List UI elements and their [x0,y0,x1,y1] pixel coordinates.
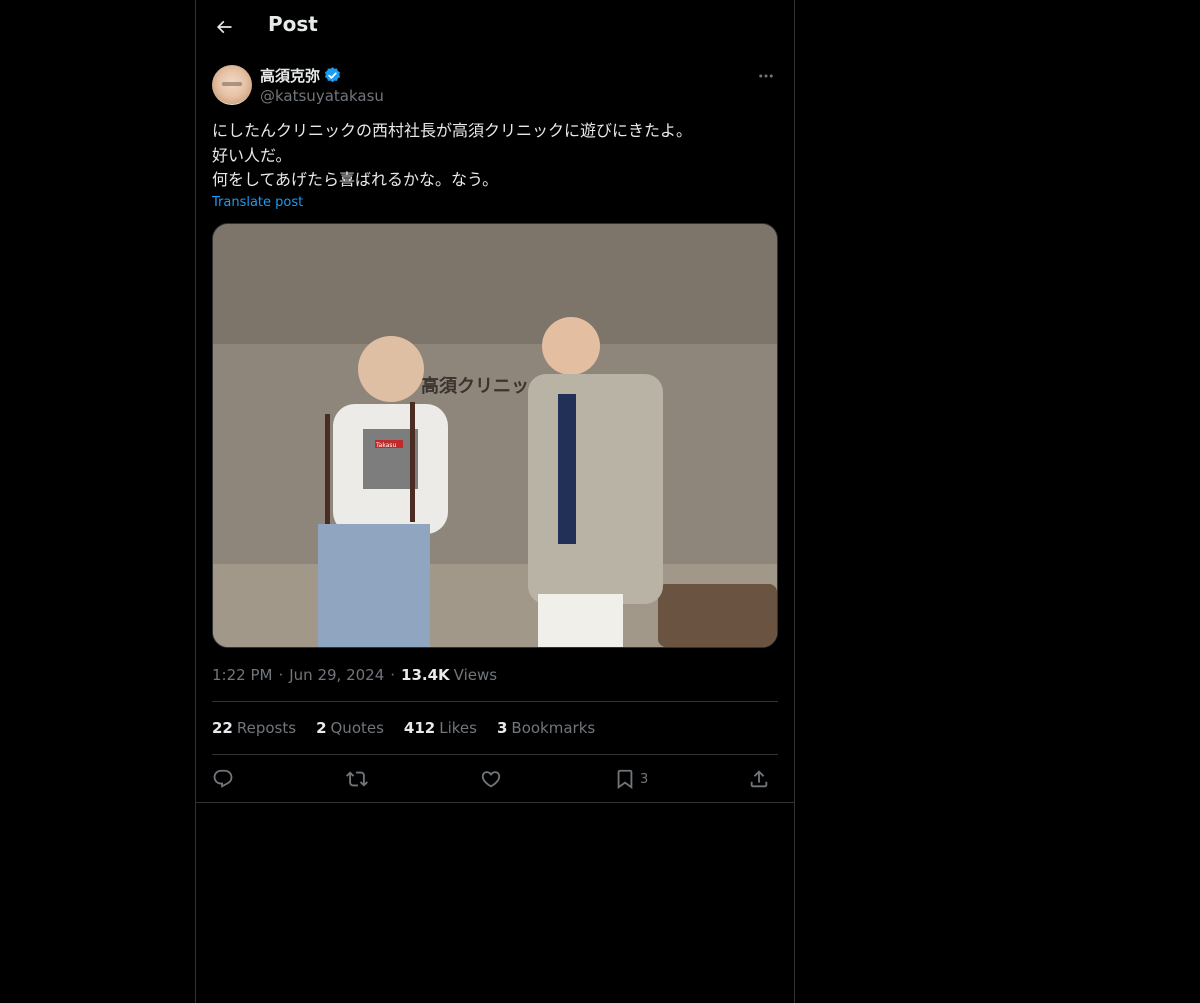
divider [212,754,778,755]
bookmarks-label: Bookmarks [511,719,596,737]
back-arrow-icon [216,20,232,34]
bookmark-icon [617,769,633,790]
repost-button[interactable] [346,764,368,794]
heart-icon [481,771,501,788]
views-count: 13.4K [401,666,450,684]
reply-button[interactable] [212,764,234,794]
more-options-button[interactable] [754,64,778,88]
post-date[interactable]: Jun 29, 2024 [289,666,384,684]
reposts-count: 22 [212,719,233,737]
author-name-row: 高須克弥 [260,65,342,86]
post-text: にしたんクリニックの西村社長が高須クリニックに遊びにきたよ。 好い人だ。 何をし… [212,119,778,193]
share-icon [750,770,768,788]
share-button[interactable] [748,764,770,794]
post-header: Post [196,0,794,54]
bookmarks-stat[interactable]: 3 Bookmarks [497,719,595,737]
likes-label: Likes [439,719,477,737]
meta-separator: · [390,666,396,684]
meta-separator: · [278,666,284,684]
author-display-name[interactable]: 高須克弥 [260,65,320,86]
post-photo[interactable]: 高須クリニック Takasu [212,223,778,648]
verified-badge-icon [324,67,341,83]
quotes-stat[interactable]: 2 Quotes [316,719,384,737]
reposts-label: Reposts [236,719,297,737]
likes-stat[interactable]: 412 Likes [404,719,477,737]
post-text-line: 好い人だ。 [212,145,292,165]
reply-icon [213,769,233,788]
page-title: Post [268,12,318,36]
author-handle[interactable]: @katsuyatakasu [260,87,384,105]
post-time[interactable]: 1:22 PM [212,666,272,684]
like-button[interactable] [480,764,502,794]
quotes-count: 2 [316,719,327,737]
more-dots-icon [759,74,773,78]
post-text-line: 何をしてあげたら喜ばれるかな。なう。 [212,170,499,189]
translate-post-link[interactable]: Translate post [212,195,303,210]
post-author: 高須克弥 @katsuyatakasu [212,64,778,108]
post-actions: 3 [212,764,778,794]
post-meta: 1:22 PM · Jun 29, 2024 · 13.4K Views [212,665,497,685]
reposts-stat[interactable]: 22 Reposts [212,719,296,737]
divider [212,701,778,702]
back-button[interactable] [208,11,240,43]
likes-count: 412 [403,719,436,737]
engagement-stats: 22 Reposts 2 Quotes 412 Likes 3 Bookmarks [212,718,615,738]
quotes-label: Quotes [330,719,384,737]
shirt-print-text: Takasu [375,442,397,449]
primary-column: Post 高須克弥 @katsuyatakasu にしたんクリニックの西村社長が… [195,0,795,1003]
views-label: Views [453,666,498,684]
bookmark-button[interactable]: 3 [614,764,648,794]
post-bottom-border [196,802,794,803]
photo-illustration: 高須クリニック Takasu [213,224,777,647]
avatar[interactable] [212,65,252,105]
bookmarks-count: 3 [496,719,508,737]
bookmark-count: 3 [640,771,649,787]
post-text-line: にしたんクリニックの西村社長が高須クリニックに遊びにきたよ。 [212,121,693,140]
repost-icon [346,771,368,787]
